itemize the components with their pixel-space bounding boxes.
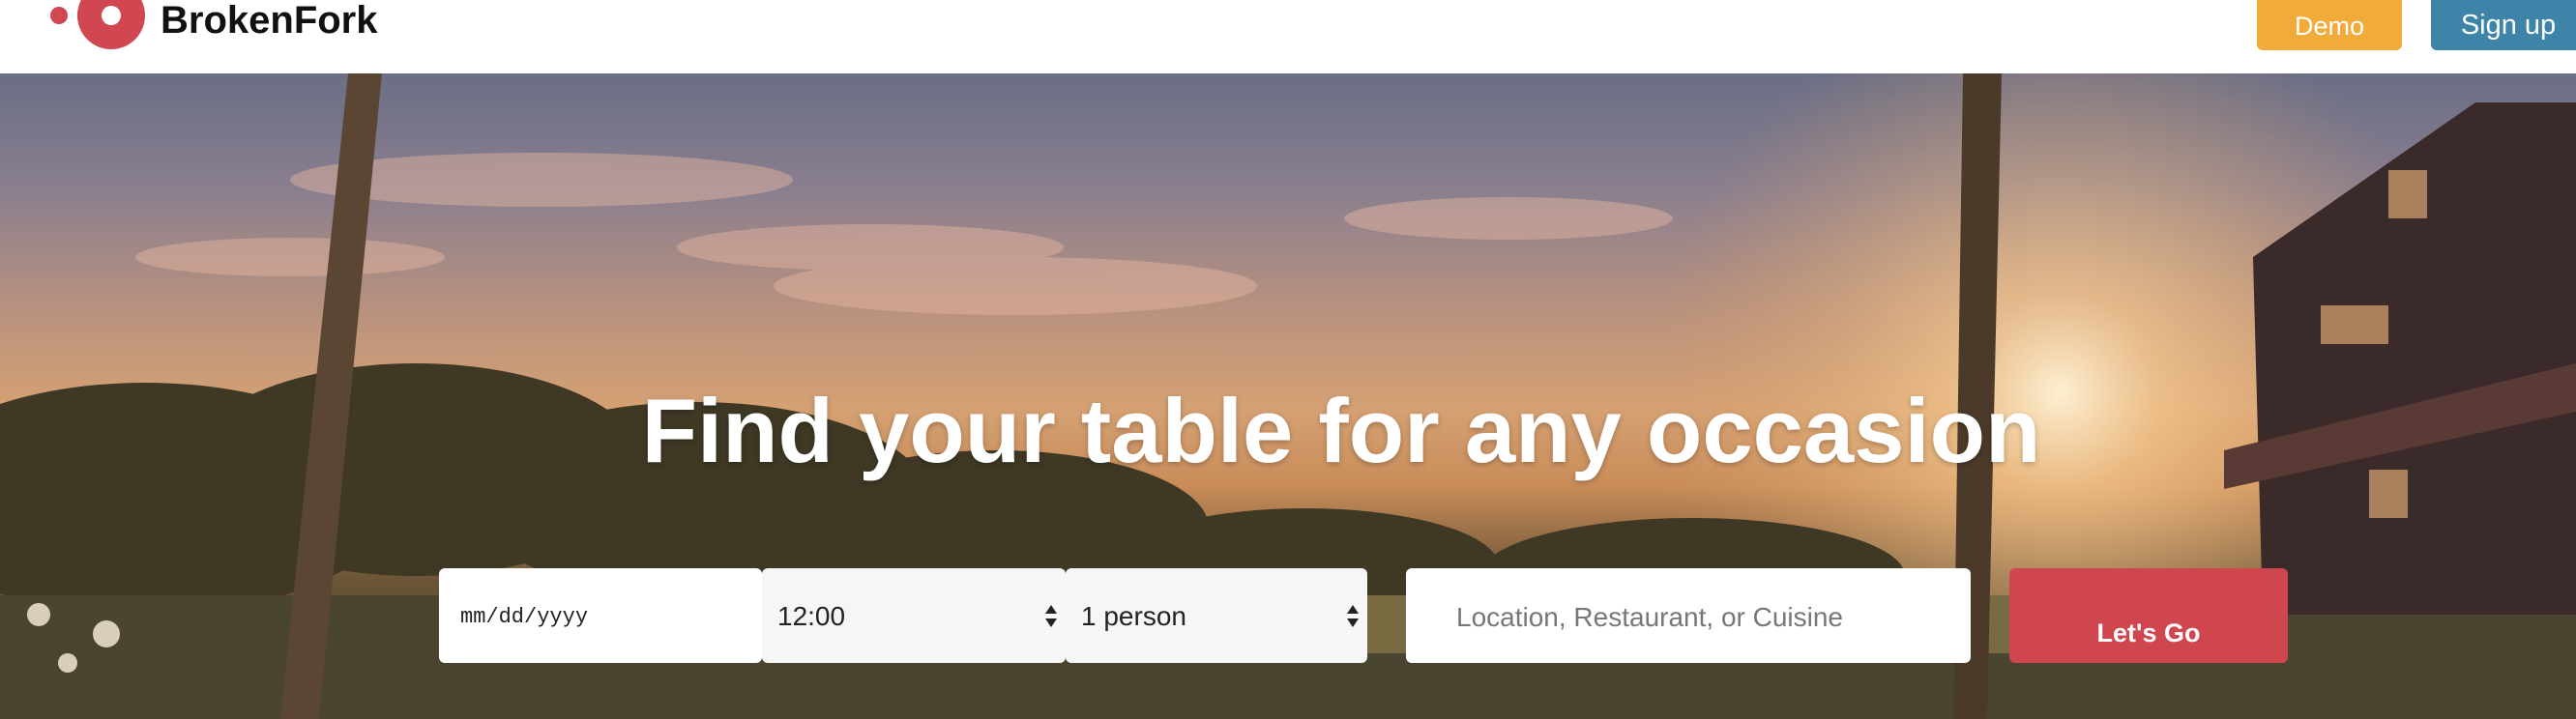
logo-ring xyxy=(77,0,145,49)
hero-headline: Find your table for any occasion xyxy=(641,380,2041,481)
time-select-value: 12:00 xyxy=(777,601,846,631)
demo-button[interactable]: Demo xyxy=(2257,0,2402,50)
logo-dot xyxy=(50,7,68,24)
select-arrows-icon xyxy=(1044,603,1058,630)
party-size-value: 1 person xyxy=(1081,601,1186,631)
logo-icon[interactable] xyxy=(50,0,145,52)
signup-button[interactable]: Sign up xyxy=(2431,0,2576,50)
top-header: BrokenFork Demo Sign up xyxy=(0,0,2576,73)
lets-go-button[interactable]: Let's Go xyxy=(2009,568,2288,663)
party-size-select[interactable]: 1 person xyxy=(1066,568,1367,663)
date-input[interactable]: mm/dd/yyyy xyxy=(439,568,762,663)
time-select[interactable]: 12:00 xyxy=(762,568,1066,663)
select-arrows-icon xyxy=(1346,603,1360,630)
search-input[interactable]: Location, Restaurant, or Cuisine xyxy=(1406,568,1971,663)
brand-name[interactable]: BrokenFork xyxy=(161,0,378,41)
